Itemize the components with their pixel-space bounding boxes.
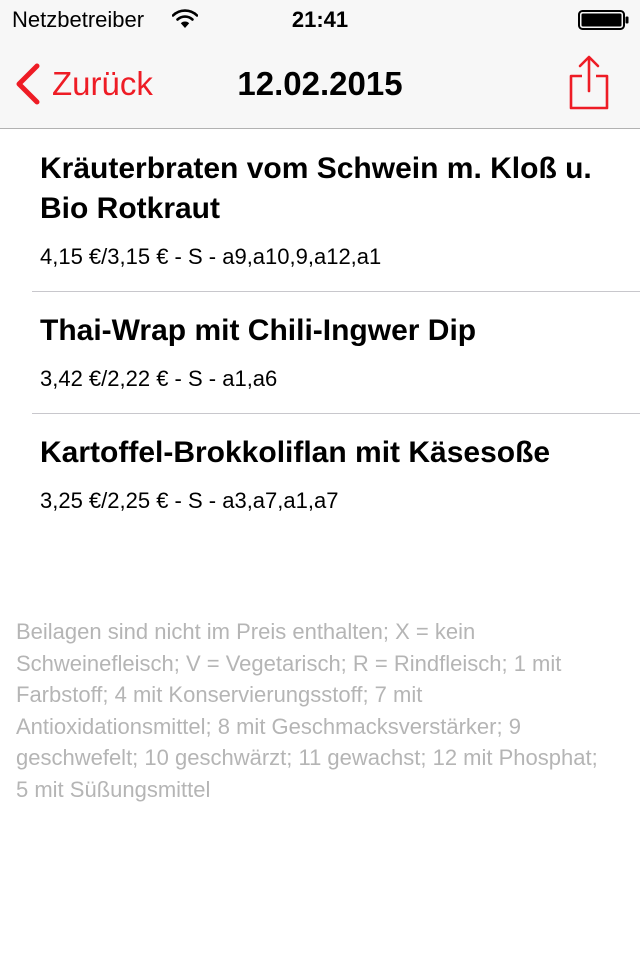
dish-price: 3,25 €/2,25 € - S - a3,a7,a1,a7	[40, 488, 339, 513]
navigation-bar: Zurück 12.02.2015	[0, 40, 640, 129]
dish-name: Thai-Wrap mit Chili-Ingwer Dip	[40, 314, 477, 347]
allergen-footnote: Beilagen sind nicht im Preis enthalten; …	[16, 619, 598, 802]
menu-item[interactable]: Kräuterbraten vom Schwein m. Kloß u. Bio…	[0, 129, 640, 291]
status-bar: Netzbetreiber 21:41	[0, 0, 640, 40]
status-time: 21:41	[291, 7, 349, 32]
menu-item[interactable]: Kartoffel-Brokkoliflan mit Käsesoße 3,25…	[0, 413, 640, 535]
dish-price: 4,15 €/3,15 € - S - a9,a10,9,a12,a1	[40, 244, 382, 269]
back-button[interactable]: Zurück	[14, 56, 153, 112]
share-icon[interactable]	[566, 54, 612, 112]
chevron-left-icon	[16, 63, 40, 105]
dish-price: 3,42 €/2,22 € - S - a1,a6	[40, 366, 278, 391]
page-title: 12.02.2015	[237, 65, 403, 102]
battery-full-icon	[578, 10, 629, 30]
dish-name: Kräuterbraten vom Schwein m. Kloß u. Bio…	[40, 152, 592, 225]
menu-item[interactable]: Thai-Wrap mit Chili-Ingwer Dip 3,42 €/2,…	[0, 291, 640, 413]
dish-name: Kartoffel-Brokkoliflan mit Käsesoße	[40, 436, 551, 469]
back-button-label: Zurück	[52, 65, 153, 102]
menu-list: Kräuterbraten vom Schwein m. Kloß u. Bio…	[0, 129, 640, 535]
